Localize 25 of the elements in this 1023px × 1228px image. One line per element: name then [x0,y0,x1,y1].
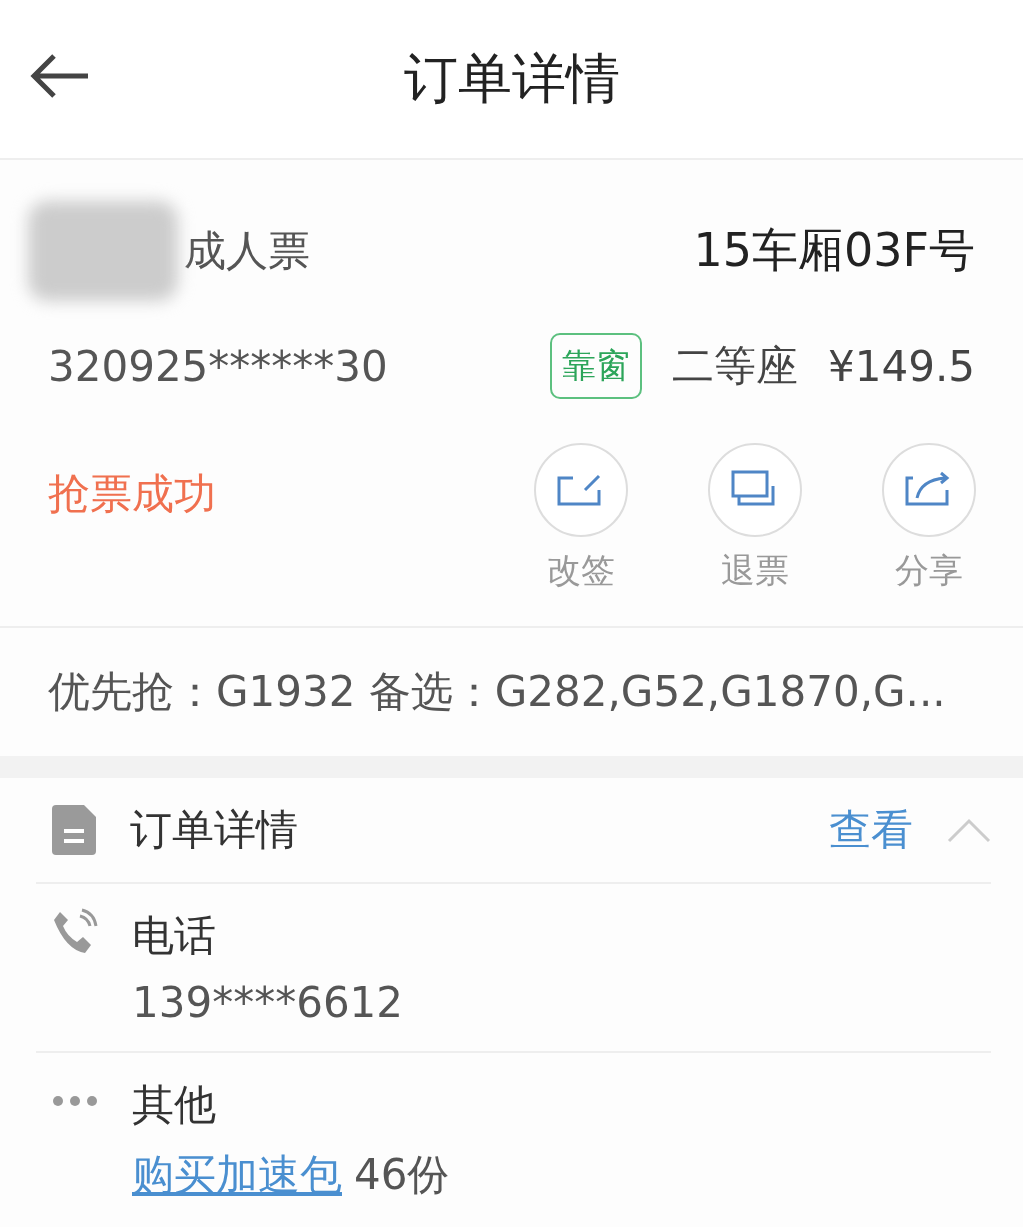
share-icon [881,442,977,538]
action-button[interactable]: 分享 [881,442,977,594]
view-link[interactable]: 查看 [829,802,913,858]
back-arrow-icon [30,53,90,99]
train-preferences: 优先抢：G1932 备选：G282,G52,G1870,G... [0,626,1023,778]
item-value: 139****6612 [132,978,404,1027]
buy-link[interactable]: 购买加速包 [132,1147,342,1203]
seat-number: 15车厢03F号 [693,222,975,279]
passenger-type: 成人票 [184,225,310,277]
section-title: 订单详情 [130,804,299,856]
action-button[interactable]: 退票 [707,442,803,594]
page-title: 订单详情 [403,45,620,112]
more-icon [52,1095,98,1107]
seat-tag: 靠窗 [550,333,643,399]
document-icon [52,805,96,855]
seat-class: 二等座 [672,340,799,392]
stacked-windows-icon [707,442,803,538]
item-label: 电话 [132,910,217,962]
item-value: 46份 [354,1149,450,1201]
action-button[interactable]: 改签 [533,442,629,594]
edit-icon [533,442,629,538]
order-status: 抢票成功 [48,468,216,520]
item-label: 其他 [132,1079,217,1131]
ticket-price: ¥149.5 [828,341,975,391]
id-number: 320925******30 [48,341,388,391]
